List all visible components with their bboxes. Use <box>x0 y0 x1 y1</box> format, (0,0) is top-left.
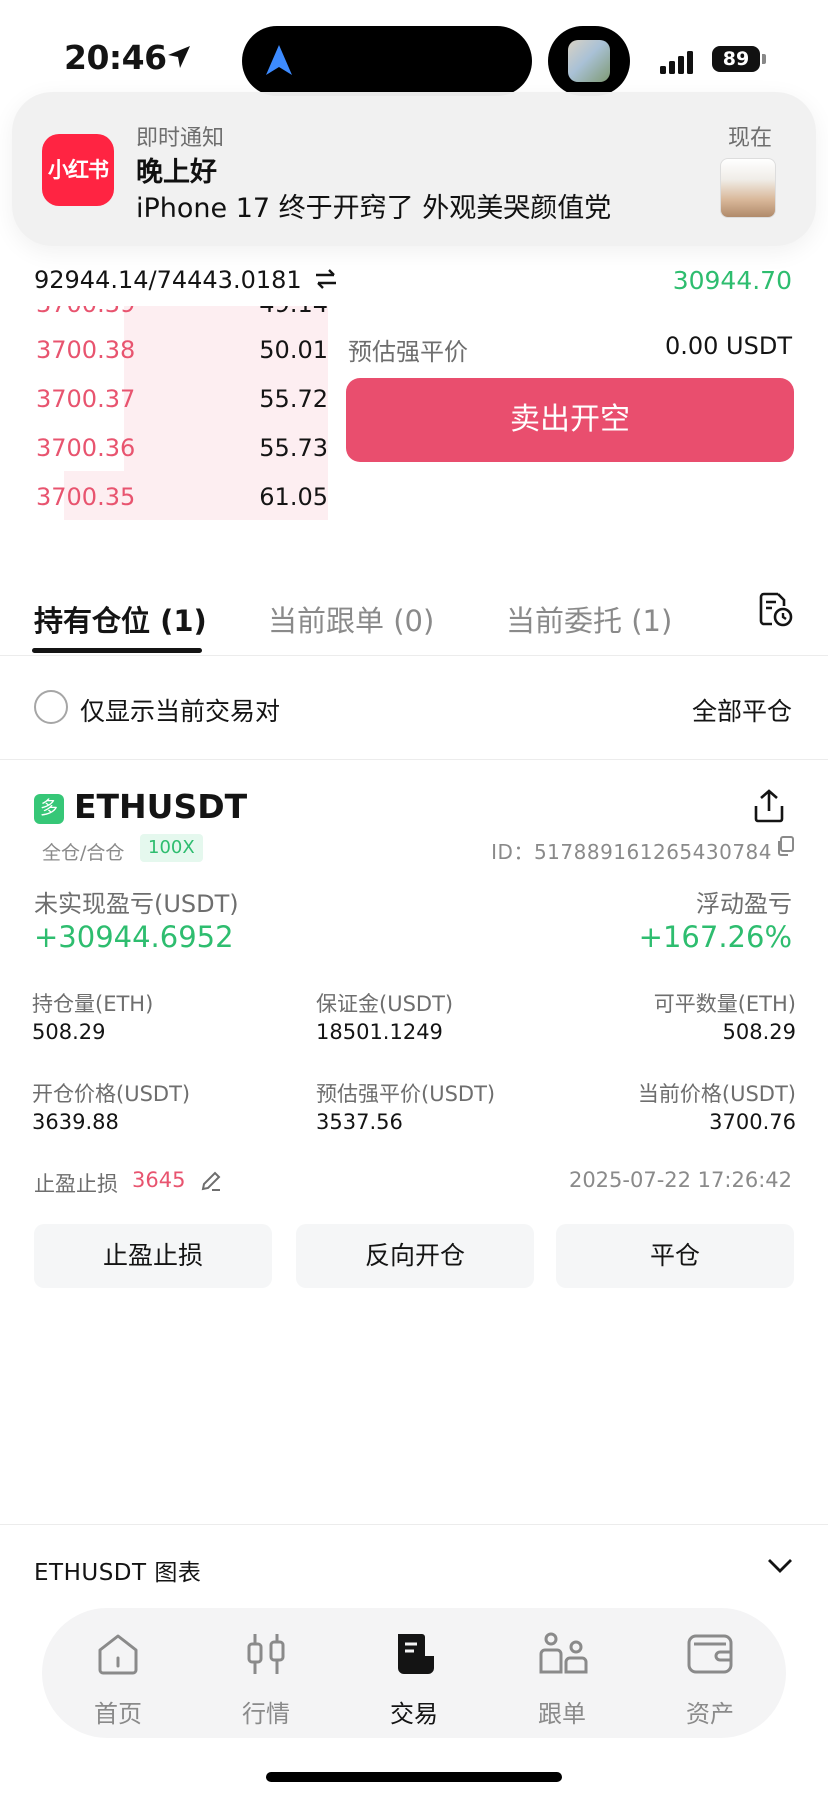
floating-pnl-value: +167.26% <box>638 920 792 954</box>
ask-price: 3700.35 <box>36 483 136 511</box>
entry-price-value: 3639.88 <box>32 1110 119 1134</box>
margin-value: 18501.1249 <box>316 1020 443 1044</box>
ask-quantity: 49.14 <box>259 306 328 318</box>
battery-icon: 89 <box>712 46 760 72</box>
ask-price: 3700.36 <box>36 434 136 462</box>
est-liquidation-label: 预估强平价(USDT) <box>316 1082 496 1106</box>
notification-banner[interactable]: 小红书 即时通知 晚上好 iPhone 17 终于开窍了 外观美哭颜值党 现在 <box>12 92 816 246</box>
notification-source: 即时通知 <box>136 126 225 151</box>
nav-label: 资产 <box>686 1700 734 1728</box>
active-tab-indicator <box>32 648 202 653</box>
notification-thumbnail <box>720 158 776 218</box>
tpsl-value: 3645 <box>132 1168 186 1192</box>
unrealized-pnl-value: +30944.6952 <box>34 920 234 954</box>
est-liquidation-value: 3537.56 <box>316 1110 403 1134</box>
home-indicator[interactable] <box>266 1772 562 1782</box>
order-book: 3700.39 49.14 3700.38 50.01 3700.37 55.7… <box>30 306 330 534</box>
floating-pnl-label: 浮动盈亏 <box>696 890 792 918</box>
filter-row: 仅显示当前交易对 全部平仓 <box>0 656 828 760</box>
reverse-position-button[interactable]: 反向开仓 <box>296 1224 534 1288</box>
share-icon[interactable] <box>752 788 786 824</box>
unrealized-pnl-label: 未实现盈亏(USDT) <box>34 890 239 918</box>
position-symbol[interactable]: ETHUSDT <box>74 787 247 826</box>
notification-body: iPhone 17 终于开窍了 外观美哭颜值党 <box>136 193 612 224</box>
order-book-row[interactable]: 3700.35 61.05 <box>30 471 330 520</box>
available-balance: 92944.14/74443.0181 <box>34 266 302 294</box>
cellular-signal-icon <box>660 51 693 74</box>
position-id: ID：517889161265430784 <box>491 840 772 864</box>
order-book-row[interactable]: 3700.38 50.01 <box>30 324 330 373</box>
nav-label: 首页 <box>94 1700 142 1728</box>
sell-short-button[interactable]: 卖出开空 <box>346 378 794 462</box>
wallet-icon <box>687 1634 733 1674</box>
tpsl-label: 止盈止损 <box>34 1172 118 1196</box>
bottom-nav: 首页 行情 交易 跟单 资产 <box>42 1608 786 1738</box>
tab-positions[interactable]: 持有仓位 (1) <box>34 598 207 640</box>
mark-price-value: 3700.76 <box>709 1110 796 1134</box>
tpsl-button[interactable]: 止盈止损 <box>34 1224 272 1288</box>
mark-price-label: 当前价格(USDT) <box>637 1082 796 1106</box>
margin-mode: 全仓/合仓 <box>42 842 125 864</box>
nav-trade[interactable]: 交易 <box>354 1608 474 1738</box>
ask-price: 3700.39 <box>36 306 135 318</box>
leverage-badge: 100X <box>140 834 203 862</box>
copy-icon[interactable] <box>776 836 794 856</box>
closable-size-value: 508.29 <box>722 1020 796 1044</box>
edit-icon[interactable] <box>200 1170 222 1192</box>
ask-quantity: 50.01 <box>259 336 328 364</box>
liquidation-price-label: 预估强平价 <box>348 338 468 366</box>
position-size-label: 持仓量(ETH) <box>32 992 154 1016</box>
tab-copy-trades[interactable]: 当前跟单 (0) <box>268 598 434 640</box>
dynamic-island <box>242 26 532 96</box>
current-pair-only-radio[interactable] <box>34 690 68 724</box>
order-book-row[interactable]: 3700.39 49.14 <box>30 306 330 324</box>
nav-market[interactable]: 行情 <box>206 1608 326 1738</box>
ask-quantity: 55.73 <box>259 434 328 462</box>
tab-open-orders[interactable]: 当前委托 (1) <box>506 598 672 640</box>
nav-copy-trade[interactable]: 跟单 <box>502 1608 622 1738</box>
status-time: 20:46 <box>64 38 167 77</box>
battery-cap <box>762 54 766 64</box>
current-pair-only-label[interactable]: 仅显示当前交易对 <box>80 692 280 728</box>
home-icon <box>98 1634 138 1675</box>
order-history-icon[interactable] <box>756 590 794 628</box>
chart-title: ETHUSDT 图表 <box>34 1560 202 1586</box>
nav-assets[interactable]: 资产 <box>650 1608 770 1738</box>
navigation-icon <box>266 45 292 75</box>
notification-app-icon: 小红书 <box>42 134 114 206</box>
order-book-row[interactable]: 3700.37 55.72 <box>30 373 330 422</box>
close-position-button[interactable]: 平仓 <box>556 1224 794 1288</box>
nav-home[interactable]: 首页 <box>58 1608 178 1738</box>
ask-price: 3700.37 <box>36 385 136 413</box>
copy-trade-icon <box>539 1632 588 1674</box>
ask-quantity: 55.72 <box>259 385 328 413</box>
margin-label: 保证金(USDT) <box>316 992 454 1016</box>
nav-label: 行情 <box>242 1700 290 1728</box>
ask-price: 3700.38 <box>36 336 136 364</box>
long-side-badge: 多 <box>34 794 64 824</box>
notification-time: 现在 <box>727 126 772 151</box>
nav-label: 交易 <box>390 1700 438 1728</box>
status-bar: 20:46 89 <box>0 0 828 100</box>
close-all-button[interactable]: 全部平仓 <box>692 692 792 728</box>
liquidation-price-value: 0.00 USDT <box>664 332 792 360</box>
notification-title: 晚上好 <box>136 157 217 188</box>
open-time: 2025-07-22 17:26:42 <box>568 1168 792 1192</box>
nav-label: 跟单 <box>538 1700 586 1728</box>
live-activity-thumbnail <box>548 26 630 96</box>
trade-icon <box>398 1634 434 1674</box>
location-arrow-icon <box>168 46 190 68</box>
candlestick-icon <box>247 1634 285 1674</box>
closable-size-label: 可平数量(ETH) <box>653 992 796 1016</box>
chart-collapse-row[interactable]: ETHUSDT 图表 <box>0 1524 828 1610</box>
order-book-row[interactable]: 3700.36 55.73 <box>30 422 330 471</box>
ask-quantity: 61.05 <box>259 483 328 511</box>
position-size-value: 508.29 <box>32 1020 106 1044</box>
swap-icon[interactable] <box>314 268 338 290</box>
entry-price-label: 开仓价格(USDT) <box>32 1082 191 1106</box>
chevron-down-icon <box>768 1559 792 1573</box>
pnl-summary: 30944.70 <box>672 266 792 295</box>
position-tabs: 持有仓位 (1) 当前跟单 (0) 当前委托 (1) <box>0 580 828 656</box>
